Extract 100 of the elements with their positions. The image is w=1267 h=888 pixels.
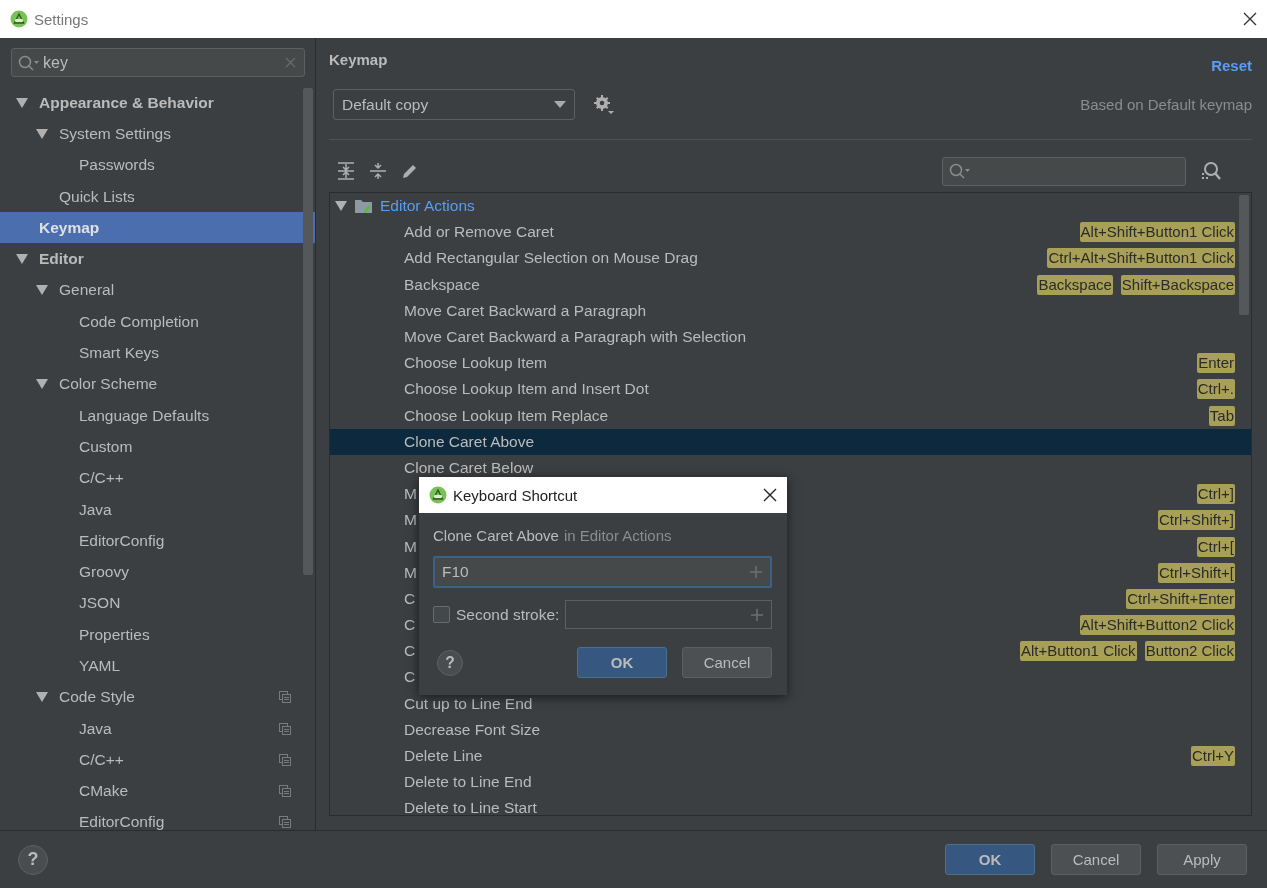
action-name[interactable]: Delete Line — [404, 747, 483, 766]
shortcut-badge: Enter — [1197, 353, 1235, 374]
tree-item[interactable]: Properties — [0, 619, 315, 651]
shortcut-badge: Ctrl+Alt+Shift+Button1 Click — [1047, 248, 1235, 269]
tree-item[interactable]: Color Scheme — [0, 368, 315, 400]
expanded-arrow-icon[interactable] — [35, 691, 49, 704]
expanded-arrow-icon[interactable] — [35, 127, 49, 140]
tree-item[interactable]: Custom — [0, 431, 315, 463]
expanded-arrow-icon[interactable] — [15, 96, 29, 109]
expanded-arrow-icon[interactable] — [35, 284, 49, 297]
shortcut-badge: Ctrl+Shift+Enter — [1126, 588, 1235, 609]
dialog-title: Keyboard Shortcut — [453, 486, 578, 504]
action-name[interactable]: C — [404, 668, 416, 687]
reset-link[interactable]: Reset — [1211, 56, 1252, 74]
shortcut-badge: Alt+Shift+Button1 Click — [1079, 222, 1235, 243]
tree-item[interactable]: EditorConfig — [0, 525, 315, 557]
close-icon[interactable] — [763, 488, 777, 502]
shortcut-badge: Alt+Shift+Button2 Click — [1079, 615, 1235, 636]
action-name[interactable]: C — [404, 642, 416, 661]
find-shortcut-icon[interactable] — [1200, 161, 1222, 181]
action-name[interactable]: Decrease Font Size — [404, 720, 541, 739]
checkbox[interactable] — [433, 606, 450, 623]
scrollbar[interactable] — [1239, 195, 1249, 315]
action-name: Clone Caret Above — [433, 527, 559, 544]
action-context: in Editor Actions — [563, 527, 672, 544]
action-name[interactable]: Delete to Line Start — [404, 799, 537, 815]
filter-field[interactable] — [942, 156, 1186, 186]
action-name[interactable]: Move Caret Backward a Paragraph — [404, 301, 647, 320]
action-name[interactable]: Move Caret Backward a Paragraph with Selection — [404, 328, 747, 347]
tree-item[interactable]: Java — [0, 712, 315, 745]
action-name[interactable]: Backspace — [404, 275, 480, 294]
dialog-button[interactable]: OK — [577, 647, 667, 678]
tree-item[interactable]: Code Style — [0, 681, 315, 713]
tree-item[interactable]: Passwords — [0, 149, 315, 181]
based-on-text: Based on Default keymap — [1080, 96, 1252, 113]
shortcut-field[interactable]: F10 — [433, 556, 772, 588]
search-field[interactable]: key — [11, 48, 305, 77]
shortcut-badge: Backspace — [1037, 274, 1113, 295]
action-name[interactable]: M — [404, 485, 417, 504]
tree-item[interactable]: EditorConfig — [0, 806, 315, 830]
dialog-button[interactable]: Cancel — [682, 647, 772, 678]
action-name[interactable]: C — [404, 589, 416, 608]
action-name[interactable]: Clone Caret Above — [404, 432, 535, 451]
tree-item[interactable]: Keymap — [0, 212, 315, 244]
pencil-icon[interactable] — [401, 162, 419, 180]
shortcut-badge: Ctrl+[ — [1196, 536, 1235, 557]
action-name[interactable]: Clone Caret Below — [404, 458, 534, 477]
tree-item[interactable]: Quick Lists — [0, 180, 315, 213]
action-name[interactable]: M — [404, 563, 417, 582]
search-icon — [18, 54, 40, 71]
dialog-button[interactable]: Apply — [1157, 844, 1247, 875]
collapse-all-icon[interactable] — [369, 162, 387, 180]
window-title: Settings — [34, 10, 89, 28]
help-button[interactable]: ? — [18, 844, 48, 875]
tree-item[interactable]: System Settings — [0, 118, 315, 150]
keymap-dropdown[interactable]: Default copy — [333, 89, 575, 120]
action-name[interactable]: Choose Lookup Item — [404, 354, 548, 373]
action-name[interactable]: C — [404, 616, 416, 635]
tree-item[interactable]: Groovy — [0, 556, 315, 588]
scrollbar[interactable] — [303, 88, 313, 575]
selected-row[interactable]: Clone Caret Above — [330, 428, 1251, 455]
tree-item[interactable]: JSON — [0, 587, 315, 620]
tree-item[interactable]: C/C++ — [0, 462, 315, 494]
gear-icon[interactable] — [593, 93, 615, 116]
action-name[interactable]: Add or Remove Caret — [404, 223, 554, 242]
tree-item[interactable]: YAML — [0, 650, 315, 682]
expanded-arrow-icon[interactable] — [15, 253, 29, 266]
action-name[interactable]: Choose Lookup Item and Insert Dot — [404, 380, 649, 399]
tree-item[interactable]: General — [0, 274, 315, 307]
tree-item[interactable]: Smart Keys — [0, 337, 315, 369]
second-stroke-field[interactable] — [565, 600, 772, 629]
search-icon — [949, 163, 971, 179]
expanded-arrow-icon[interactable] — [334, 200, 348, 213]
tree-item[interactable]: Appearance & Behavior — [0, 87, 315, 119]
shortcut-badge: Alt+Button1 Click — [1020, 641, 1137, 662]
action-name[interactable]: Cut up to Line End — [404, 694, 533, 713]
shortcut-badge: Ctrl+] — [1196, 484, 1235, 505]
shortcut-badge: Ctrl+Y — [1190, 746, 1235, 767]
close-icon[interactable] — [1243, 12, 1257, 26]
tree-item[interactable]: C/C++ — [0, 744, 315, 776]
tree-item[interactable]: Java — [0, 493, 315, 526]
action-name[interactable]: M — [404, 511, 417, 530]
dialog-button[interactable]: OK — [945, 844, 1035, 875]
action-name[interactable]: Add Rectangular Selection on Mouse Drag — [404, 249, 698, 268]
dialog-button[interactable]: Cancel — [1051, 844, 1141, 875]
action-name[interactable]: Choose Lookup Item Replace — [404, 406, 609, 425]
action-name[interactable]: M — [404, 537, 417, 556]
tree-item[interactable]: Code Completion — [0, 306, 315, 338]
tree-item[interactable]: CMake — [0, 775, 315, 807]
expanded-arrow-icon[interactable] — [35, 378, 49, 391]
help-button[interactable]: ? — [437, 649, 463, 676]
tree-item[interactable]: Editor — [0, 243, 315, 275]
group-row[interactable]: Editor Actions — [330, 193, 1251, 220]
shortcut-badge: Shift+Backspace — [1120, 274, 1235, 295]
action-name[interactable]: Delete to Line End — [404, 773, 532, 792]
shortcut-badge: Button2 Click — [1144, 641, 1235, 662]
android-logo-icon — [429, 486, 447, 504]
expand-all-icon[interactable] — [337, 162, 355, 180]
tree-item[interactable]: Language Defaults — [0, 399, 315, 432]
shortcut-badge: Ctrl+. — [1196, 379, 1235, 400]
